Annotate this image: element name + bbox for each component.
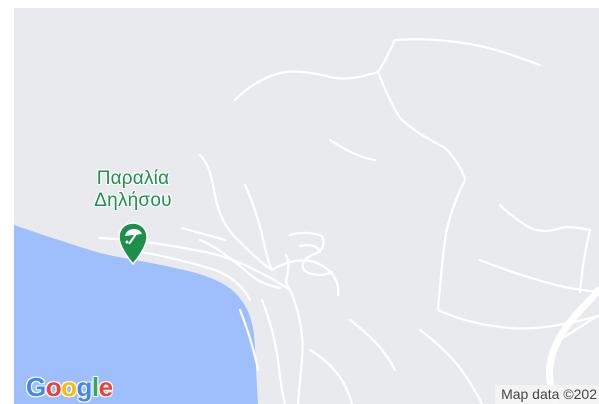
google-logo-letter: l [91,372,99,402]
poi-label-line2: Δηλήσου [94,190,172,211]
google-logo-letter: g [76,372,93,402]
beach-pin[interactable] [116,220,150,266]
google-logo-letter: G [26,372,46,402]
google-logo-letter: o [61,372,77,402]
google-logo-letter: e [98,372,113,402]
map-attribution[interactable]: Map data ©202 [495,385,599,404]
poi-label[interactable]: Παραλία Δηλήσου [58,168,208,212]
google-logo-letter: o [45,372,62,402]
google-logo[interactable]: Google [26,372,113,402]
map-view[interactable]: Παραλία Δηλήσου Google Map data ©202 [14,8,599,404]
poi-label-line1: Παραλία [96,168,170,189]
